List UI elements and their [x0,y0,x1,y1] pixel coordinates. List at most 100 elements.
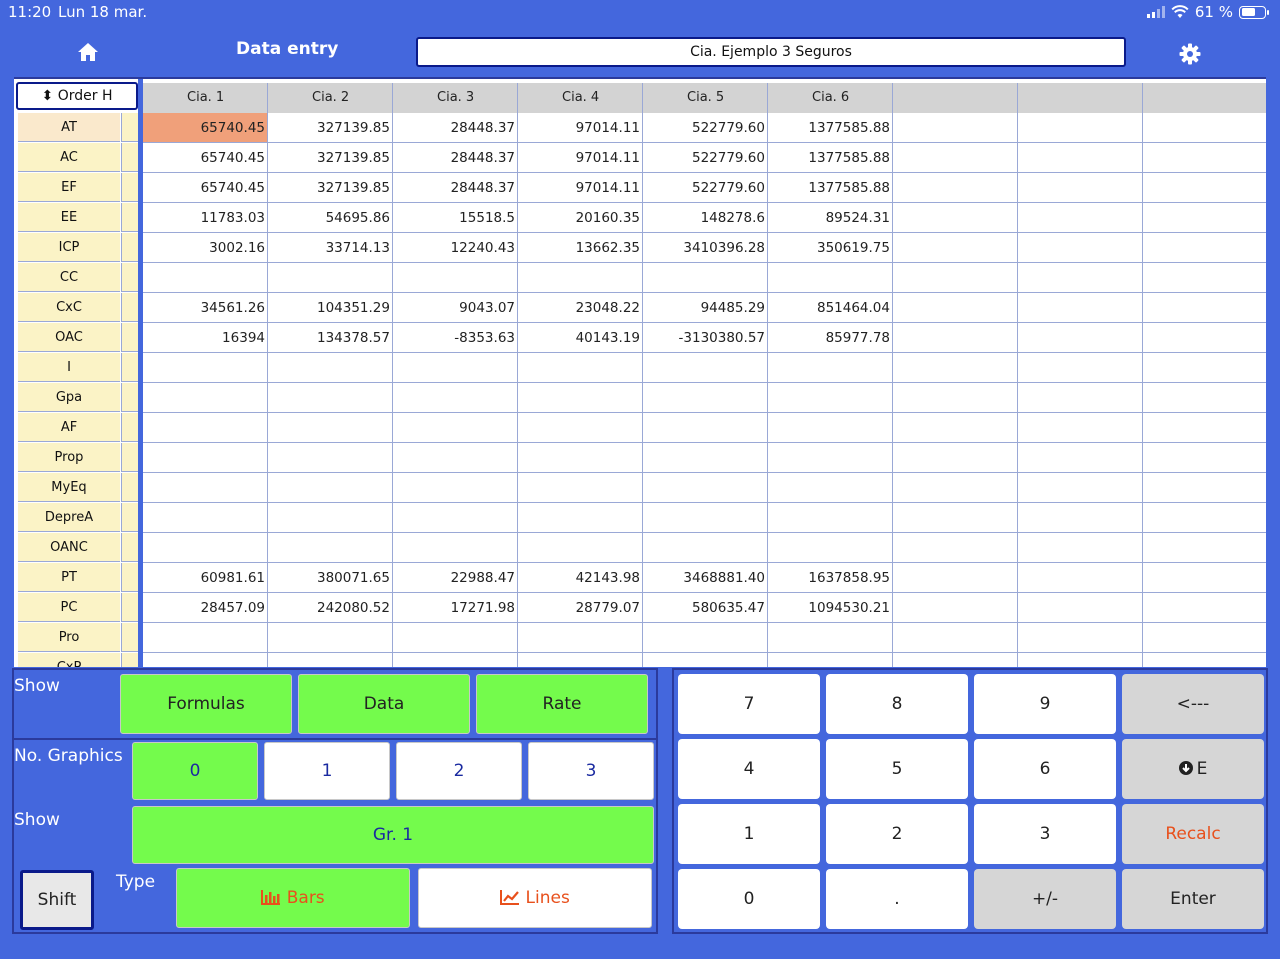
grid-cell[interactable] [893,293,1018,323]
grid-cell[interactable]: 28448.37 [393,143,518,173]
grid-cell[interactable] [268,383,393,413]
grid-cell[interactable]: 11783.03 [143,203,268,233]
column-header[interactable]: Cia. 3 [393,83,518,113]
grid-cell[interactable]: 1094530.21 [768,593,893,623]
column-header[interactable]: Cia. 6 [768,83,893,113]
graph-1-button[interactable]: Gr. 1 [132,806,654,864]
graphics-count-1[interactable]: 1 [264,742,390,800]
grid-cell[interactable] [1143,563,1266,593]
grid-cell[interactable] [1018,173,1143,203]
grid-cell[interactable] [393,413,518,443]
grid-cell[interactable] [518,473,643,503]
row-label[interactable]: MyEq [18,473,120,502]
grid-cell[interactable] [893,563,1018,593]
grid-cell[interactable] [1143,503,1266,533]
graphics-count-2[interactable]: 2 [396,742,522,800]
digit-key-7[interactable]: 7 [678,674,820,734]
grid-cell[interactable] [1143,653,1266,667]
lines-button[interactable]: Lines [418,868,652,928]
grid-cell[interactable] [1018,503,1143,533]
grid-cell[interactable] [518,503,643,533]
grid-cell[interactable] [518,413,643,443]
column-header[interactable]: Cia. 1 [143,83,268,113]
grid-cell[interactable]: 12240.43 [393,233,518,263]
grid-cell[interactable] [393,443,518,473]
row-label[interactable]: Pro [18,623,120,652]
digit-key-1[interactable]: 1 [678,804,820,864]
grid-cell[interactable] [768,443,893,473]
grid-cell[interactable] [893,503,1018,533]
grid-cell[interactable]: 148278.6 [643,203,768,233]
grid-cell[interactable] [1018,533,1143,563]
grid-cell[interactable] [1143,353,1266,383]
grid-cell[interactable] [1018,653,1143,667]
grid-cell[interactable] [268,623,393,653]
digit-key-4[interactable]: 4 [678,739,820,799]
graphics-count-0[interactable]: 0 [132,742,258,800]
grid-cell[interactable] [1018,443,1143,473]
grid-cell[interactable] [143,413,268,443]
grid-cell[interactable]: 1637858.95 [768,563,893,593]
grid-cell[interactable]: 3002.16 [143,233,268,263]
grid-cell[interactable] [1018,113,1143,143]
grid-cell[interactable] [643,503,768,533]
grid-cell[interactable]: 350619.75 [768,233,893,263]
grid-cell[interactable]: 380071.65 [268,563,393,593]
grid-cell[interactable]: 522779.60 [643,173,768,203]
grid-cell[interactable] [768,533,893,563]
grid-cell[interactable]: 42143.98 [518,563,643,593]
grid-cell[interactable] [1143,233,1266,263]
grid-cell[interactable]: 89524.31 [768,203,893,233]
row-label[interactable]: OAC [18,323,120,352]
digit-key-2[interactable]: 2 [826,804,968,864]
grid-cell[interactable]: 1377585.88 [768,173,893,203]
home-icon[interactable] [76,40,100,64]
row-label[interactable]: OANC [18,533,120,562]
grid-cell[interactable] [893,623,1018,653]
grid-cell[interactable] [768,503,893,533]
grid-cell[interactable] [268,413,393,443]
grid-cell[interactable] [893,113,1018,143]
grid-cell[interactable]: 40143.19 [518,323,643,353]
column-header[interactable] [893,83,1018,113]
grid-cell[interactable] [1143,323,1266,353]
grid-cell[interactable] [393,503,518,533]
grid-cell[interactable] [893,143,1018,173]
grid-cell[interactable] [143,503,268,533]
grid-cell[interactable]: 242080.52 [268,593,393,623]
data-button[interactable]: Data [298,674,470,734]
grid-cell[interactable]: 1377585.88 [768,113,893,143]
order-button[interactable]: ⬍ Order H [16,82,138,110]
row-label[interactable]: I [18,353,120,382]
grid-cell[interactable] [143,653,268,667]
company-field[interactable]: Cia. Ejemplo 3 Seguros [416,37,1126,67]
grid-cell[interactable] [768,473,893,503]
column-header[interactable]: Cia. 2 [268,83,393,113]
grid-cell[interactable] [1143,143,1266,173]
grid-cell[interactable] [1018,323,1143,353]
grid-cell[interactable] [1018,233,1143,263]
grid-cell[interactable] [893,653,1018,667]
grid-cell[interactable] [268,533,393,563]
sign-key[interactable]: +/- [974,869,1116,929]
grid-cell[interactable]: 97014.11 [518,143,643,173]
grid-cell[interactable] [1143,173,1266,203]
grid-cell[interactable]: -8353.63 [393,323,518,353]
row-label[interactable]: DepreA [18,503,120,532]
row-label[interactable]: CC [18,263,120,292]
gear-icon[interactable] [1178,42,1202,66]
grid-cell[interactable] [393,653,518,667]
grid-cell[interactable]: 54695.86 [268,203,393,233]
row-label[interactable]: Gpa [18,383,120,412]
grid-cell[interactable] [1018,593,1143,623]
row-label[interactable]: PC [18,593,120,622]
grid-cell[interactable] [768,263,893,293]
grid-cell[interactable] [1018,473,1143,503]
digit-key-9[interactable]: 9 [974,674,1116,734]
grid-cell[interactable] [1143,113,1266,143]
grid-cell[interactable]: 60981.61 [143,563,268,593]
grid-cell[interactable] [893,203,1018,233]
grid-cell[interactable]: 28779.07 [518,593,643,623]
grid-cell[interactable]: 13662.35 [518,233,643,263]
grid-cell[interactable] [518,383,643,413]
